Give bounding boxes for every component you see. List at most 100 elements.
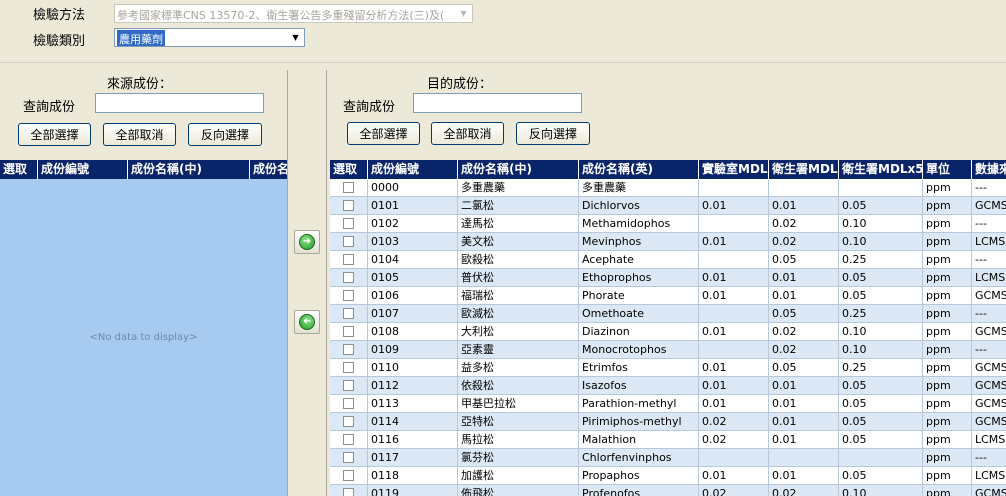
move-right-button[interactable]: ➜ — [294, 230, 320, 254]
row-checkbox[interactable] — [343, 434, 354, 445]
cell-doh-mdl-x5: 0.10 — [839, 341, 923, 359]
table-row[interactable]: 0102 達馬松 Methamidophos 0.02 0.10 ppm --- — [330, 215, 1006, 233]
row-checkbox[interactable] — [343, 344, 354, 355]
table-row[interactable]: 0118 加護松 Propaphos 0.01 0.01 0.05 ppm LCMS, — [330, 467, 1006, 485]
cell-unit: ppm — [923, 467, 972, 485]
chevron-down-icon: ▼ — [292, 33, 299, 42]
table-row[interactable]: 0117 氯芬松 Chlorfenvinphos ppm --- — [330, 449, 1006, 467]
table-row[interactable]: 0000 多重農藥 多重農藥 ppm --- — [330, 179, 1006, 197]
table-row[interactable]: 0105 普伏松 Ethoprophos 0.01 0.01 0.05 ppm LCMS — [330, 269, 1006, 287]
target-col-name-zh[interactable]: 成份名稱(中) — [458, 160, 579, 179]
row-checkbox[interactable] — [343, 254, 354, 265]
cell-code: 0101 — [368, 197, 458, 215]
cell-code: 0105 — [368, 269, 458, 287]
target-col-doh-mdl[interactable]: 衛生署MDL — [769, 160, 839, 179]
cell-name-zh: 達馬松 — [458, 215, 579, 233]
row-checkbox[interactable] — [343, 326, 354, 337]
row-checkbox[interactable] — [343, 362, 354, 373]
cell-name-en: Mevinphos — [579, 233, 699, 251]
row-checkbox[interactable] — [343, 200, 354, 211]
row-checkbox[interactable] — [343, 470, 354, 481]
row-checkbox[interactable] — [343, 488, 354, 496]
table-row[interactable]: 0101 二氯松 Dichlorvos 0.01 0.01 0.05 ppm GCMS — [330, 197, 1006, 215]
table-row[interactable]: 0114 亞特松 Pirimiphos-methyl 0.02 0.01 0.05 ppm G… — [330, 413, 1006, 431]
row-checkbox[interactable] — [343, 380, 354, 391]
row-checkbox[interactable] — [343, 272, 354, 283]
table-row[interactable]: 0108 大利松 Diazinon 0.01 0.02 0.10 ppm GCMS — [330, 323, 1006, 341]
table-row[interactable]: 0113 甲基巴拉松 Parathion-methyl 0.01 0.01 0.05 ppm… — [330, 395, 1006, 413]
cell-source: GCMS — [972, 377, 1006, 395]
move-left-button[interactable]: ➜ — [294, 310, 320, 334]
category-select[interactable]: 農用藥劑 ▼ — [114, 28, 305, 47]
row-checkbox[interactable] — [343, 290, 354, 301]
table-row[interactable]: 0106 福瑞松 Phorate 0.01 0.01 0.05 ppm GCMS — [330, 287, 1006, 305]
cell-doh-mdl-x5: 0.05 — [839, 467, 923, 485]
cell-select — [330, 233, 368, 251]
cell-name-en: Omethoate — [579, 305, 699, 323]
cell-source: LCMS — [972, 269, 1006, 287]
cell-unit: ppm — [923, 251, 972, 269]
cell-name-zh: 歐滅松 — [458, 305, 579, 323]
cell-lab-mdl: 0.01 — [699, 197, 769, 215]
target-search-input[interactable] — [413, 93, 582, 113]
cell-doh-mdl: 0.02 — [769, 233, 839, 251]
source-col-code[interactable]: 成份編號 — [38, 160, 128, 179]
cell-code: 0116 — [368, 431, 458, 449]
cell-unit: ppm — [923, 287, 972, 305]
cell-lab-mdl: 0.02 — [699, 413, 769, 431]
cell-name-zh: 甲基巴拉松 — [458, 395, 579, 413]
cell-code: 0119 — [368, 485, 458, 496]
cell-doh-mdl: 0.01 — [769, 287, 839, 305]
row-checkbox[interactable] — [343, 236, 354, 247]
target-col-code[interactable]: 成份編號 — [368, 160, 458, 179]
cell-select — [330, 197, 368, 215]
arrow-left-icon: ➜ — [299, 314, 315, 330]
table-row[interactable]: 0116 馬拉松 Malathion 0.02 0.01 0.05 ppm LCMS — [330, 431, 1006, 449]
method-select[interactable]: 參考國家標準CNS 13570-2、衛生署公告多重殘留分析方法(三)及( ▼ — [114, 4, 473, 23]
table-row[interactable]: 0107 歐滅松 Omethoate 0.05 0.25 ppm --- — [330, 305, 1006, 323]
source-col-name-zh[interactable]: 成份名稱(中) — [128, 160, 250, 179]
row-checkbox[interactable] — [343, 218, 354, 229]
table-row[interactable]: 0110 益多松 Etrimfos 0.01 0.05 0.25 ppm GCMS — [330, 359, 1006, 377]
row-checkbox[interactable] — [343, 416, 354, 427]
cell-doh-mdl-x5: 0.05 — [839, 269, 923, 287]
source-clear-all-button[interactable]: 全部取消 — [103, 123, 176, 146]
table-row[interactable]: 0119 佈飛松 Profenofos 0.02 0.02 0.10 ppm GCMS — [330, 485, 1006, 496]
cell-name-zh: 普伏松 — [458, 269, 579, 287]
target-col-name-en[interactable]: 成份名稱(英) — [579, 160, 699, 179]
splitter[interactable] — [0, 62, 1006, 70]
target-clear-all-button[interactable]: 全部取消 — [431, 122, 504, 145]
row-checkbox[interactable] — [343, 398, 354, 409]
source-select-all-button[interactable]: 全部選擇 — [18, 123, 91, 146]
source-col-name-en[interactable]: 成份名 — [250, 160, 287, 179]
cell-unit: ppm — [923, 233, 972, 251]
table-row[interactable]: 0109 亞素靈 Monocrotophos 0.02 0.10 ppm --- — [330, 341, 1006, 359]
target-grid[interactable]: 0000 多重農藥 多重農藥 ppm --- 0101 二氯松 Dichlorvos 0.01 0… — [330, 179, 1006, 496]
source-invert-button[interactable]: 反向選擇 — [188, 123, 262, 146]
table-row[interactable]: 0103 美文松 Mevinphos 0.01 0.02 0.10 ppm LCMS — [330, 233, 1006, 251]
cell-name-en: Diazinon — [579, 323, 699, 341]
target-invert-button[interactable]: 反向選擇 — [516, 122, 590, 145]
target-col-doh-mdl-x5[interactable]: 衛生署MDLx5 — [839, 160, 923, 179]
row-checkbox[interactable] — [343, 452, 354, 463]
cell-select — [330, 377, 368, 395]
cell-source: GCMS — [972, 359, 1006, 377]
source-search-input[interactable] — [95, 93, 264, 113]
cell-doh-mdl-x5: 0.05 — [839, 431, 923, 449]
cell-unit: ppm — [923, 413, 972, 431]
cell-source: --- — [972, 179, 1006, 197]
row-checkbox[interactable] — [343, 308, 354, 319]
target-col-source[interactable]: 數據來 — [972, 160, 1006, 179]
table-row[interactable]: 0104 歐殺松 Acephate 0.05 0.25 ppm --- — [330, 251, 1006, 269]
cell-lab-mdl: 0.01 — [699, 467, 769, 485]
source-col-select[interactable]: 選取 — [0, 160, 38, 179]
target-select-all-button[interactable]: 全部選擇 — [347, 122, 420, 145]
cell-name-en: Profenofos — [579, 485, 699, 496]
target-col-lab-mdl[interactable]: 實驗室MDL — [699, 160, 769, 179]
row-checkbox[interactable] — [343, 182, 354, 193]
table-row[interactable]: 0112 依殺松 Isazofos 0.01 0.01 0.05 ppm GCMS — [330, 377, 1006, 395]
cell-doh-mdl — [769, 179, 839, 197]
source-grid[interactable]: <No data to display> — [0, 179, 287, 496]
target-col-select[interactable]: 選取 — [330, 160, 368, 179]
target-col-unit[interactable]: 單位 — [923, 160, 972, 179]
